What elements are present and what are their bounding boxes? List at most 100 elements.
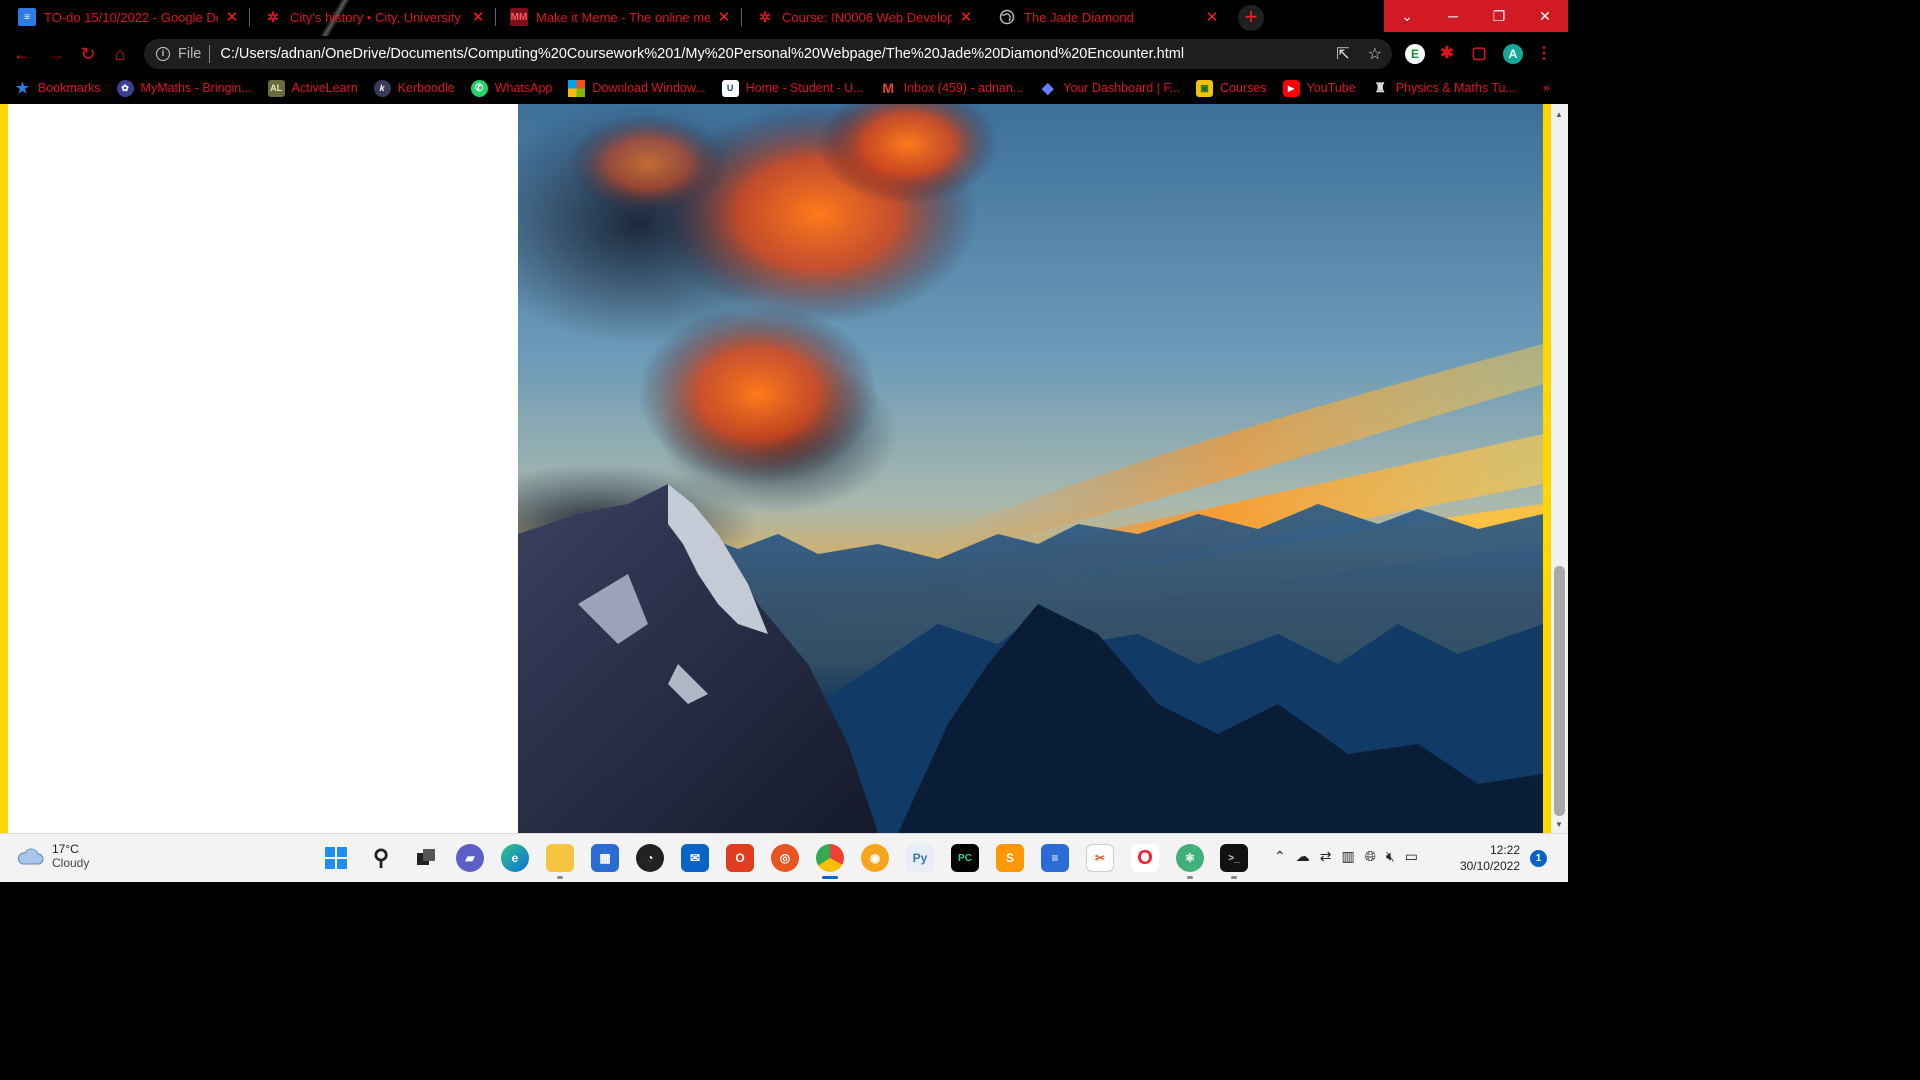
bookmarks-bar: ★ Bookmarks ✿ MyMaths - Bringin... AL Ac… bbox=[0, 72, 1568, 104]
google-docs-icon: ≡ bbox=[18, 8, 36, 26]
close-window-button[interactable]: ✕ bbox=[1522, 0, 1568, 32]
youtube-icon: ▶ bbox=[1282, 79, 1300, 97]
bookmark-item[interactable]: M Inbox (459) - adnan... bbox=[880, 80, 1024, 97]
office-icon[interactable]: O bbox=[726, 844, 754, 872]
bookmark-label: Your Dashboard | F... bbox=[1063, 81, 1181, 95]
teams-chat-icon[interactable]: ▰ bbox=[456, 844, 484, 872]
tab-strip: ≡ TO-do 15/10/2022 - Google Doc ✕ ✲ City… bbox=[0, 0, 1568, 36]
bookmark-item[interactable]: AL ActiveLearn bbox=[267, 79, 358, 97]
bookmark-item[interactable]: ▶ YouTube bbox=[1282, 79, 1356, 97]
page-scrollbar[interactable]: ▲ ▼ bbox=[1551, 104, 1568, 833]
forward-arrow-icon[interactable]: → bbox=[44, 42, 68, 66]
snipping-tool-icon[interactable]: ✂ bbox=[1086, 844, 1114, 872]
tab-google-docs[interactable]: ≡ TO-do 15/10/2022 - Google Doc ✕ bbox=[4, 0, 250, 34]
microsoft-store-icon[interactable]: ▦ bbox=[591, 844, 619, 872]
language-globe-icon[interactable]: 🌐︎ bbox=[1365, 848, 1376, 865]
address-scheme: File bbox=[178, 46, 202, 62]
mail-icon[interactable]: ✉ bbox=[681, 844, 709, 872]
whatsapp-icon: ✆ bbox=[470, 79, 488, 97]
close-tab-icon[interactable]: ✕ bbox=[716, 8, 732, 26]
bookmark-star-icon[interactable]: ☆ bbox=[1368, 44, 1382, 64]
task-view-icon[interactable] bbox=[412, 844, 440, 872]
scroll-down-arrow-icon[interactable]: ▼ bbox=[1555, 820, 1563, 829]
minimize-button[interactable]: ─ bbox=[1430, 0, 1476, 32]
system-clock[interactable]: 12:22 30/10/2022 bbox=[1452, 842, 1520, 874]
tab-title: City's history • City, University of bbox=[290, 9, 464, 25]
tab-title: Course: IN0006 Web Developme bbox=[782, 9, 952, 25]
bookmark-item[interactable]: ★ Bookmarks bbox=[14, 80, 101, 97]
notification-badge[interactable]: 1 bbox=[1530, 850, 1547, 867]
bookmark-item[interactable]: Download Window... bbox=[568, 79, 706, 97]
back-arrow-icon[interactable]: ← bbox=[10, 42, 34, 66]
extensions-puzzle-icon[interactable]: ✱ bbox=[1437, 44, 1457, 64]
gmail-icon: M bbox=[882, 80, 895, 96]
page-viewport bbox=[0, 104, 1568, 833]
notepad-icon[interactable]: ≡ bbox=[1041, 844, 1069, 872]
cloud-icon bbox=[17, 848, 44, 865]
onedrive-cloud-icon[interactable]: ☁ bbox=[1296, 848, 1310, 865]
address-bar[interactable]: i File C:/Users/adnan/OneDrive/Documents… bbox=[144, 39, 1392, 69]
scrollbar-thumb[interactable] bbox=[1554, 566, 1565, 816]
address-url[interactable]: C:/Users/adnan/OneDrive/Documents/Comput… bbox=[220, 46, 1184, 62]
close-tab-icon[interactable]: ✕ bbox=[224, 8, 240, 26]
windows-start-icon[interactable] bbox=[322, 844, 350, 872]
new-tab-button[interactable]: + bbox=[1238, 5, 1264, 31]
bookmark-item[interactable]: ✆ WhatsApp bbox=[470, 79, 553, 97]
tab-title: The Jade Diamond bbox=[1024, 9, 1134, 25]
ubuntu-icon[interactable]: ◎ bbox=[771, 844, 799, 872]
bookmark-item[interactable]: ▣ Courses bbox=[1196, 79, 1267, 97]
make-it-meme-icon: MM bbox=[510, 8, 528, 26]
bookmark-item[interactable]: U Home - Student - U... bbox=[721, 79, 864, 97]
bookmark-label: Inbox (459) - adnan... bbox=[903, 81, 1024, 95]
edge-icon[interactable]: e bbox=[501, 844, 529, 872]
tray-meter-icon[interactable]: ▥ bbox=[1341, 848, 1354, 865]
browser-toolbar: ← → ↻ ⌂ i File C:/Users/adnan/OneDrive/D… bbox=[0, 36, 1568, 72]
scroll-up-arrow-icon[interactable]: ▲ bbox=[1555, 110, 1563, 119]
site-info-icon[interactable]: i bbox=[156, 47, 170, 61]
sublime-text-icon[interactable]: S bbox=[996, 844, 1024, 872]
brave-icon[interactable]: ◉ bbox=[861, 844, 889, 872]
python-file-icon[interactable]: Py bbox=[906, 844, 934, 872]
bookmark-item[interactable]: ◆ Your Dashboard | F... bbox=[1039, 80, 1180, 97]
side-panel-icon[interactable]: ▢ bbox=[1469, 44, 1489, 64]
speedometer-app-icon[interactable]: ◔ bbox=[636, 844, 664, 872]
tab-search-chevron-icon[interactable]: ⌄ bbox=[1384, 0, 1430, 32]
terminal-icon[interactable]: >_ bbox=[1220, 844, 1248, 879]
moodle-course-icon: ✲ bbox=[759, 8, 771, 25]
bookmark-item[interactable]: ♜ Physics & Maths Tu... bbox=[1372, 80, 1516, 97]
close-tab-icon[interactable]: ✕ bbox=[958, 8, 974, 26]
speaker-muted-icon[interactable]: 🔇︎ bbox=[1386, 848, 1395, 865]
opera-icon[interactable]: O bbox=[1131, 844, 1159, 872]
restore-button[interactable]: ❐ bbox=[1476, 0, 1522, 32]
tray-app-icon[interactable]: ⇄ bbox=[1320, 848, 1332, 865]
show-hidden-icons-chevron-icon[interactable]: ⌃ bbox=[1274, 848, 1286, 865]
weather-widget[interactable]: 17°C Cloudy bbox=[16, 842, 89, 870]
chrome-icon[interactable] bbox=[816, 844, 844, 879]
menu-kebab-icon[interactable]: ⋮ bbox=[1534, 44, 1554, 64]
close-tab-icon[interactable]: ✕ bbox=[1204, 8, 1220, 26]
bookmark-label: Courses bbox=[1220, 81, 1267, 95]
search-icon[interactable]: ⚲ bbox=[367, 844, 395, 872]
bookmarks-overflow-icon[interactable]: » bbox=[1543, 80, 1550, 95]
bookmark-label: Bookmarks bbox=[38, 81, 101, 95]
battery-icon[interactable]: ▭ bbox=[1405, 848, 1418, 865]
extension-e-icon[interactable]: E bbox=[1405, 44, 1425, 64]
bookmark-label: Download Window... bbox=[592, 81, 706, 95]
profile-avatar[interactable]: A bbox=[1503, 44, 1523, 64]
atom-icon[interactable]: ⚛ bbox=[1176, 844, 1204, 879]
reload-icon[interactable]: ↻ bbox=[76, 42, 100, 66]
globe-icon bbox=[998, 8, 1016, 26]
tab-course-in0006[interactable]: ✲ Course: IN0006 Web Developme ✕ bbox=[742, 0, 984, 34]
share-icon[interactable]: ⇱ bbox=[1336, 44, 1349, 64]
bookmark-item[interactable]: k Kerboodle bbox=[373, 79, 455, 97]
bookmark-label: WhatsApp bbox=[494, 81, 553, 95]
tab-city-history[interactable]: ✲ City's history • City, University of ✕ bbox=[250, 0, 496, 34]
bookmark-item[interactable]: ✿ MyMaths - Bringin... bbox=[116, 79, 252, 97]
tab-make-it-meme[interactable]: MM Make it Meme - The online mem ✕ bbox=[496, 0, 742, 34]
pycharm-icon[interactable]: PC bbox=[951, 844, 979, 872]
mountain-sunset-image bbox=[518, 104, 1543, 833]
close-tab-icon[interactable]: ✕ bbox=[470, 8, 486, 26]
home-icon[interactable]: ⌂ bbox=[108, 42, 132, 66]
file-explorer-icon[interactable] bbox=[546, 844, 574, 879]
tab-the-jade-diamond[interactable]: The Jade Diamond ✕ bbox=[984, 0, 1230, 34]
